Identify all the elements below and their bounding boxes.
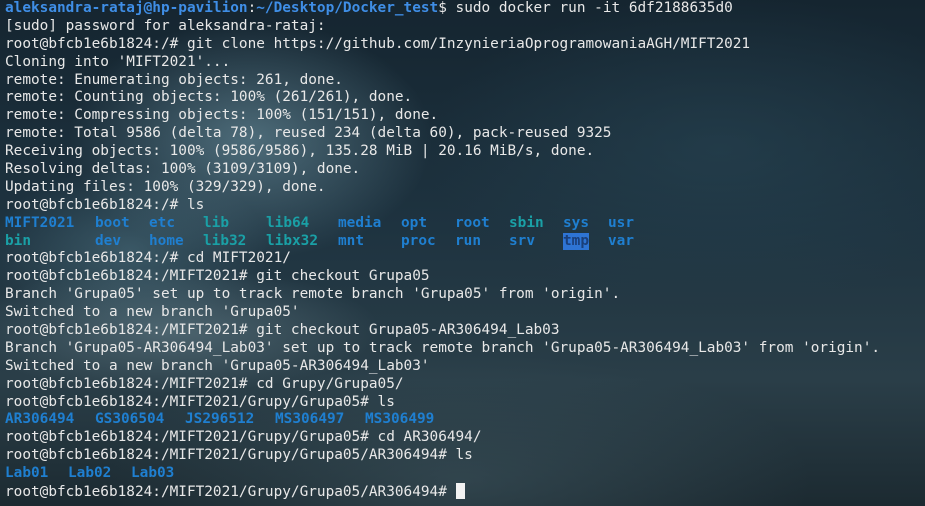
ls-entry: sys [563, 214, 589, 231]
text-cursor[interactable] [455, 483, 465, 500]
output-line: remote: Total 9586 (delta 78), reused 23… [5, 125, 612, 142]
ls-entry: Lab01 [5, 465, 49, 482]
ls-entry: var [608, 232, 634, 249]
ls-grupa-row: AR306494 GS306504 JS296512 MS306497 MS30… [5, 411, 925, 429]
prompt-separator: : [247, 0, 257, 16]
prompt-path: ~/Desktop/Docker_test [256, 0, 439, 16]
ls-entry: GS306504 [95, 411, 165, 428]
ls-entry: mnt [338, 232, 364, 249]
output-line: Branch 'Grupa05-AR306494_Lab03' set up t… [5, 339, 881, 356]
prompt-symbol: $ [438, 0, 456, 16]
output-line: Cloning into 'MIFT2021'... [5, 53, 231, 70]
output-line: remote: Compressing objects: 100% (151/1… [5, 107, 439, 124]
ls-entry: Lab02 [68, 465, 112, 482]
ls-entry: MIFT2021 [5, 214, 75, 231]
command-text: sudo docker run -it 6df2188635d0 [455, 0, 733, 16]
ls-entry: usr [608, 214, 634, 231]
output-line: Switched to a new branch 'Grupa05' [5, 304, 300, 321]
output-line: root@bfcb1e6b1824:/MIFT2021/Grupy/Grupa0… [5, 447, 473, 464]
ls-entry-wrapper: tmp [563, 232, 608, 251]
ls-entry: run [455, 232, 481, 249]
output-line: remote: Enumerating objects: 261, done. [5, 71, 343, 88]
ls-entry: etc [149, 214, 175, 231]
output-line: root@bfcb1e6b1824:/MIFT2021/Grupy/Grupa0… [5, 429, 482, 446]
output-line: root@bfcb1e6b1824:/# git clone https://g… [5, 35, 751, 52]
ls-entry: libx32 [266, 232, 318, 249]
output-line: root@bfcb1e6b1824:/# ls [5, 196, 205, 213]
output-line: Updating files: 100% (329/329), done. [5, 178, 326, 195]
output-line: root@bfcb1e6b1824:/MIFT2021# cd Grupy/Gr… [5, 375, 404, 392]
terminal-window[interactable]: aleksandra-rataj@hp-pavilion:~/Desktop/D… [0, 0, 925, 506]
output-line: root@bfcb1e6b1824:/MIFT2021# git checkou… [5, 322, 560, 339]
ls-labs-row: Lab01 Lab02 Lab03 [5, 465, 925, 483]
output-line: root@bfcb1e6b1824:/# cd MIFT2021/ [5, 250, 291, 267]
ls-entry: srv [509, 232, 535, 249]
output-line: Resolving deltas: 100% (3109/3109), done… [5, 161, 361, 178]
ls-entry: home [149, 232, 184, 249]
final-prompt: root@bfcb1e6b1824:/MIFT2021/Grupy/Grupa0… [5, 484, 456, 501]
output-line: remote: Counting objects: 100% (261/261)… [5, 89, 413, 106]
ls-entry: root [455, 214, 490, 231]
ls-entry: bin [5, 232, 31, 249]
ls-entry: MS306497 [275, 411, 345, 428]
ls-entry: opt [401, 214, 427, 231]
output-line: Branch 'Grupa05' set up to track remote … [5, 286, 621, 303]
first-prompt-line: aleksandra-rataj@hp-pavilion:~/Desktop/D… [5, 0, 925, 18]
ls-entry: boot [95, 214, 130, 231]
ls-entry: media [338, 214, 382, 231]
ls-entry: Lab03 [131, 465, 175, 482]
ls-entry: AR306494 [5, 411, 75, 428]
ls-entry: sbin [509, 214, 544, 231]
output-line: root@bfcb1e6b1824:/MIFT2021/Grupy/Grupa0… [5, 393, 395, 410]
ls-entry: proc [401, 232, 436, 249]
output-line: [sudo] password for aleksandra-rataj: [5, 17, 326, 34]
ls-root-row-2: bin dev home lib32 libx32 mnt proc run s… [5, 232, 925, 251]
ls-entry: dev [95, 232, 121, 249]
ls-entry: lib [203, 214, 229, 231]
output-line: root@bfcb1e6b1824:/MIFT2021# git checkou… [5, 268, 430, 285]
final-prompt-line[interactable]: root@bfcb1e6b1824:/MIFT2021/Grupy/Grupa0… [5, 483, 925, 501]
ls-entry-sticky: tmp [563, 232, 589, 251]
ls-root-row-1: MIFT2021 boot etc lib lib64 media opt ro… [5, 215, 925, 233]
output-line: Switched to a new branch 'Grupa05-AR3064… [5, 357, 430, 374]
ls-entry: lib32 [203, 232, 247, 249]
ls-entry: MS306499 [365, 411, 435, 428]
output-line: Receiving objects: 100% (9586/9586), 135… [5, 143, 595, 160]
prompt-user-host: aleksandra-rataj@hp-pavilion [5, 0, 248, 16]
ls-entry: JS296512 [185, 411, 255, 428]
ls-entry: lib64 [266, 214, 310, 231]
